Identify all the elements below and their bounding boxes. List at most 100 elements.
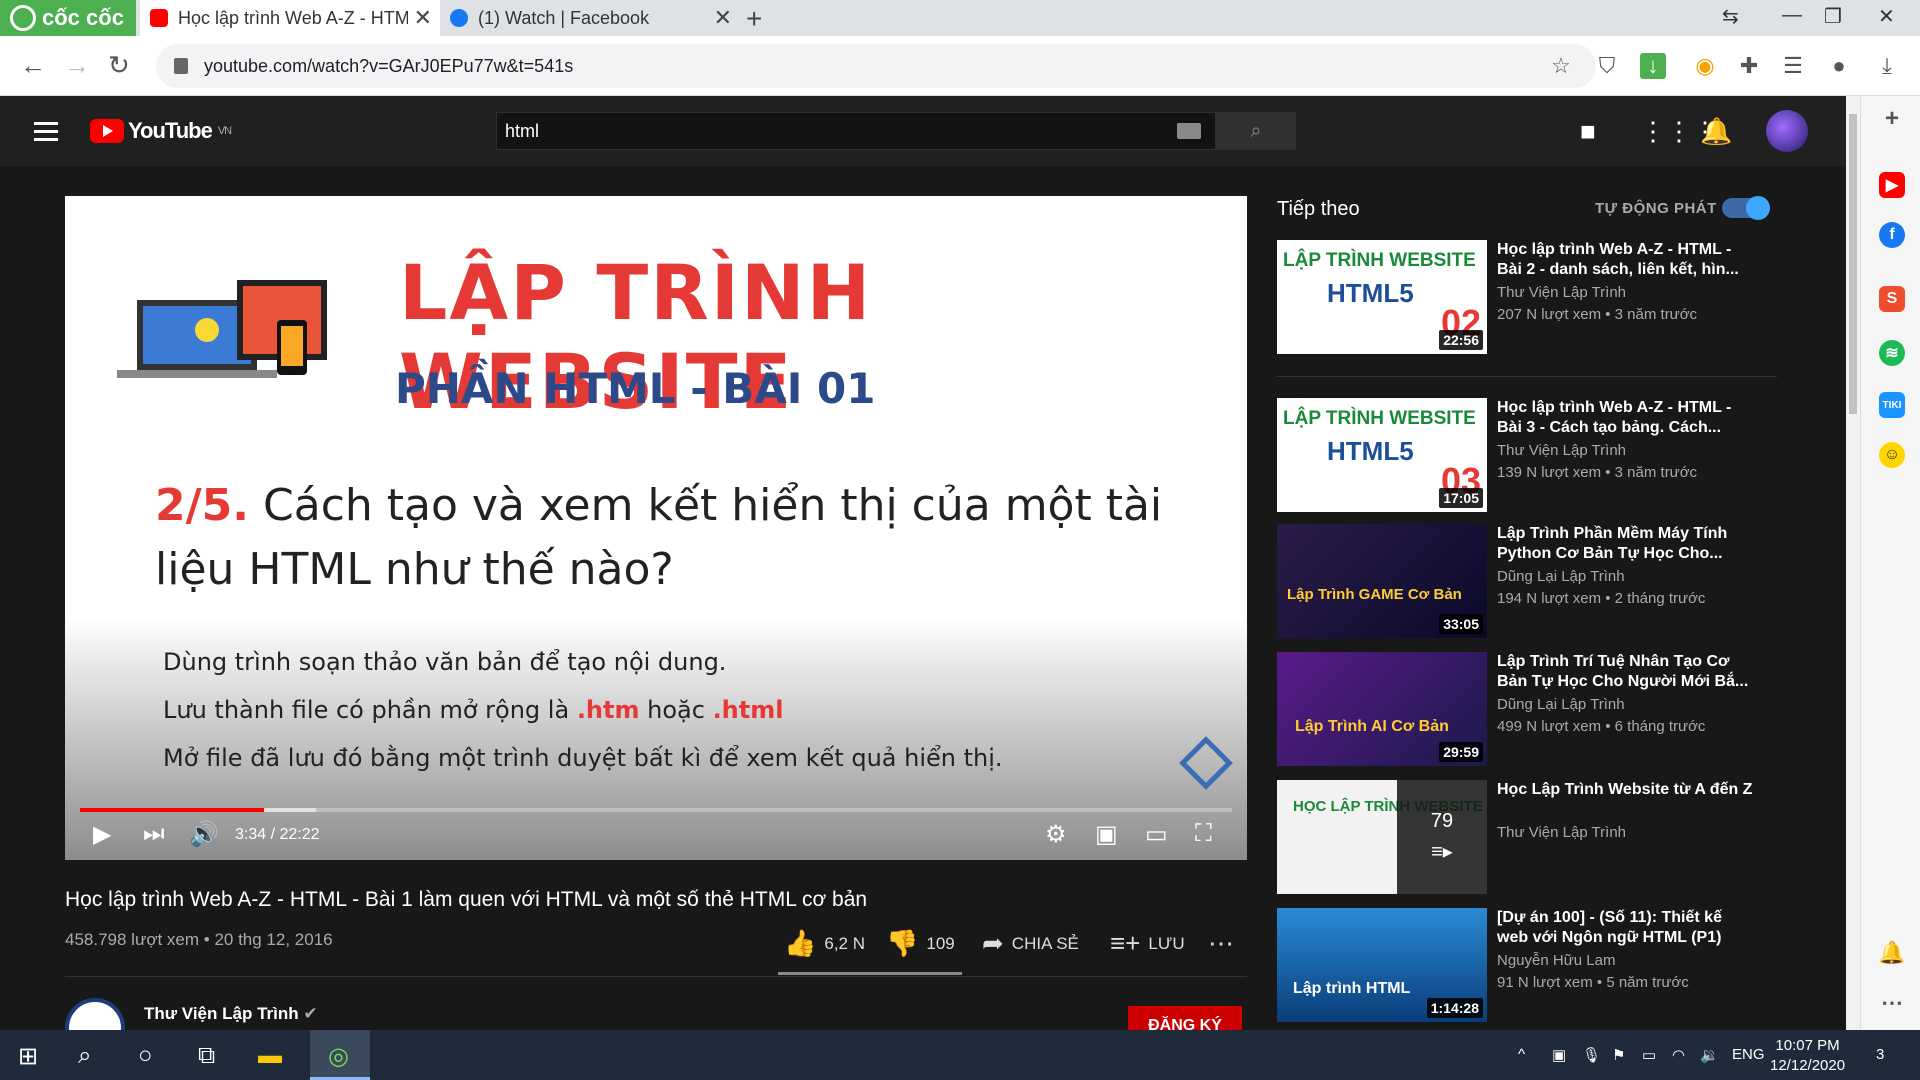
cortana-icon[interactable]: ○	[138, 1042, 153, 1070]
reload-button[interactable]: ↻	[108, 50, 130, 81]
progress-bar[interactable]	[80, 808, 1232, 812]
channel-name[interactable]: Thư Viện Lập Trình ✔	[144, 1004, 318, 1024]
tiki-app-icon[interactable]: TIKI	[1879, 392, 1905, 418]
close-tab-icon[interactable]: ✕	[414, 5, 432, 31]
show-hidden-icons-icon[interactable]: ^	[1518, 1046, 1525, 1063]
recommended-video[interactable]: Lập Trình AI Cơ Bản 29:59 Lập Trình Trí …	[1277, 652, 1777, 766]
page-scrollbar[interactable]	[1846, 96, 1860, 1030]
close-window-button[interactable]: ✕	[1878, 4, 1895, 29]
tab-youtube[interactable]: Học lập trình Web A-Z - HTM ✕	[140, 0, 440, 36]
recommended-video[interactable]: Lập trình HTML 1:14:28 [Dự án 100] - (Số…	[1277, 908, 1777, 1022]
create-video-icon[interactable]: ■	[1580, 116, 1596, 147]
playlist-title[interactable]: Học Lập Trình Website từ A đến Z	[1497, 780, 1757, 800]
coccoc-menu-button[interactable]: cốc cốc	[0, 0, 136, 36]
wifi-icon[interactable]: ◠	[1672, 1046, 1685, 1064]
close-tab-icon[interactable]: ✕	[714, 5, 732, 31]
task-view-icon[interactable]: ⧉	[198, 1042, 215, 1070]
spotify-app-icon[interactable]: ≋	[1879, 340, 1905, 366]
channel-name[interactable]: Thư Viện Lập Trình	[1497, 824, 1626, 841]
channel-name[interactable]: Dũng Lại Lập Trình	[1497, 568, 1625, 585]
recommended-playlist[interactable]: HỌC LẬP TRÌNH WEBSITE 79 ≡▸ Học Lập Trìn…	[1277, 780, 1777, 894]
video-title[interactable]: Học lập trình Web A-Z - HTML - Bài 3 - C…	[1497, 398, 1757, 438]
device-icon[interactable]: ▣	[1552, 1046, 1566, 1064]
windows-start-icon[interactable]: ⊞	[18, 1042, 38, 1071]
forward-button[interactable]: →	[64, 50, 90, 81]
next-button[interactable]: ⏭	[143, 820, 165, 848]
youtube-app-icon[interactable]: ▶	[1879, 172, 1905, 198]
recommended-video[interactable]: LẬP TRÌNH WEBSITE HTML5 02 22:56 Học lập…	[1277, 240, 1777, 354]
restore-tabs-icon[interactable]: ⇆	[1722, 4, 1739, 29]
network-status-icon[interactable]: ⚑	[1612, 1046, 1625, 1064]
facebook-app-icon[interactable]: f	[1879, 222, 1905, 248]
tab-title: (1) Watch | Facebook	[478, 7, 650, 28]
add-app-icon[interactable]: +	[1879, 105, 1905, 132]
back-button[interactable]: ←	[20, 50, 46, 81]
minimize-button[interactable]: —	[1782, 4, 1802, 27]
system-clock[interactable]: 10:07 PM 12/12/2020	[1770, 1036, 1845, 1076]
dislike-button[interactable]: 👎 109	[886, 928, 955, 959]
search-button[interactable]: ⌕	[1216, 112, 1296, 150]
video-thumbnail[interactable]: Lập Trình GAME Cơ Bản 33:05	[1277, 524, 1487, 638]
mascot-app-icon[interactable]: ☺	[1879, 442, 1905, 468]
video-title[interactable]: Lập Trình Trí Tuệ Nhân Tạo Cơ Bản Tự Học…	[1497, 652, 1757, 692]
profile-icon[interactable]: ●	[1826, 53, 1852, 79]
play-button[interactable]: ▶	[93, 820, 111, 849]
video-player[interactable]: LẬP TRÌNH WEBSITE PHẦN HTML - BÀI 01 2/5…	[65, 196, 1247, 860]
video-title[interactable]: Lập Trình Phần Mềm Máy Tính Python Cơ Bả…	[1497, 524, 1757, 564]
channel-name[interactable]: Thư Viện Lập Trình	[1497, 284, 1626, 301]
youtube-logo[interactable]: YouTube VN	[90, 118, 232, 144]
file-explorer-icon[interactable]: ▬	[258, 1042, 282, 1070]
search-input[interactable]: html	[496, 112, 1216, 150]
battery-icon[interactable]: ▭	[1642, 1046, 1656, 1064]
keyboard-icon[interactable]	[1177, 123, 1201, 139]
address-bar[interactable]: youtube.com/watch?v=GArJ0EPu77w&t=541s	[156, 44, 1596, 88]
channel-name[interactable]: Dũng Lại Lập Trình	[1497, 696, 1625, 713]
channel-name[interactable]: Thư Viện Lập Trình	[1497, 442, 1626, 459]
volume-icon[interactable]: 🔊	[189, 820, 219, 849]
video-title[interactable]: Học lập trình Web A-Z - HTML - Bài 2 - d…	[1497, 240, 1757, 280]
shield-icon[interactable]: ⛉	[1594, 53, 1620, 79]
fullscreen-icon[interactable]: ⛶	[1195, 820, 1212, 848]
theater-mode-icon[interactable]: ▭	[1145, 820, 1168, 849]
video-thumbnail[interactable]: LẬP TRÌNH WEBSITE HTML5 02 22:56	[1277, 240, 1487, 354]
downloads-icon[interactable]: ⤓	[1874, 53, 1900, 79]
menu-hamburger-icon[interactable]	[34, 122, 58, 146]
shopee-app-icon[interactable]: S	[1879, 286, 1905, 312]
notifications-bell-icon[interactable]: 🔔	[1700, 116, 1732, 147]
language-indicator[interactable]: ENG	[1732, 1046, 1765, 1063]
action-center-icon[interactable]: 3	[1876, 1046, 1884, 1063]
tab-facebook[interactable]: (1) Watch | Facebook ✕	[440, 0, 740, 36]
recommended-video[interactable]: Lập Trình GAME Cơ Bản 33:05 Lập Trình Ph…	[1277, 524, 1777, 638]
maximize-button[interactable]: ❐	[1824, 4, 1842, 29]
save-button[interactable]: ≡+ LƯU	[1110, 928, 1185, 959]
sidebar-notifications-bell-icon[interactable]: 🔔	[1878, 940, 1905, 966]
settings-gear-icon[interactable]: ⚙	[1045, 820, 1067, 849]
account-avatar[interactable]	[1766, 110, 1808, 152]
video-thumbnail[interactable]: Lập trình HTML 1:14:28	[1277, 908, 1487, 1022]
microphone-icon[interactable]: 🎙	[1582, 1046, 1601, 1064]
scrollbar-thumb[interactable]	[1849, 114, 1857, 414]
video-thumbnail[interactable]: LẬP TRÌNH WEBSITE HTML5 03 17:05	[1277, 398, 1487, 512]
thumb-text: Lập Trình AI Cơ Bản	[1295, 718, 1449, 735]
new-tab-button[interactable]: +	[746, 3, 762, 35]
bookmark-star-icon[interactable]: ☆	[1548, 53, 1574, 79]
download-extension-icon[interactable]: ↓	[1640, 53, 1666, 79]
coccoc-logo-icon	[10, 5, 36, 31]
share-button[interactable]: ➦ CHIA SẺ	[982, 928, 1079, 959]
video-thumbnail[interactable]: Lập Trình AI Cơ Bản 29:59	[1277, 652, 1487, 766]
extensions-puzzle-icon[interactable]: ✚	[1736, 53, 1762, 79]
autoplay-toggle[interactable]	[1722, 196, 1770, 220]
sidebar-more-icon[interactable]: ⋯	[1879, 990, 1905, 1016]
coccoc-extension-icon[interactable]: ◉	[1692, 53, 1718, 79]
volume-icon[interactable]: 🔉	[1700, 1046, 1719, 1064]
recommended-video[interactable]: LẬP TRÌNH WEBSITE HTML5 03 17:05 Học lập…	[1277, 398, 1777, 512]
miniplayer-icon[interactable]: ▣	[1095, 820, 1118, 849]
video-title[interactable]: [Dự án 100] - (Số 11): Thiết kế web với …	[1497, 908, 1757, 948]
search-icon[interactable]: ⌕	[78, 1042, 91, 1070]
media-queue-icon[interactable]: ☰	[1780, 53, 1806, 79]
playlist-thumbnail[interactable]: HỌC LẬP TRÌNH WEBSITE 79 ≡▸	[1277, 780, 1487, 894]
like-button[interactable]: 👍 6,2 N	[784, 928, 865, 959]
coccoc-taskbar-button[interactable]: ◎	[310, 1030, 370, 1080]
channel-name[interactable]: Nguyễn Hữu Lam	[1497, 952, 1615, 969]
more-actions-button[interactable]: ⋯	[1208, 928, 1234, 959]
